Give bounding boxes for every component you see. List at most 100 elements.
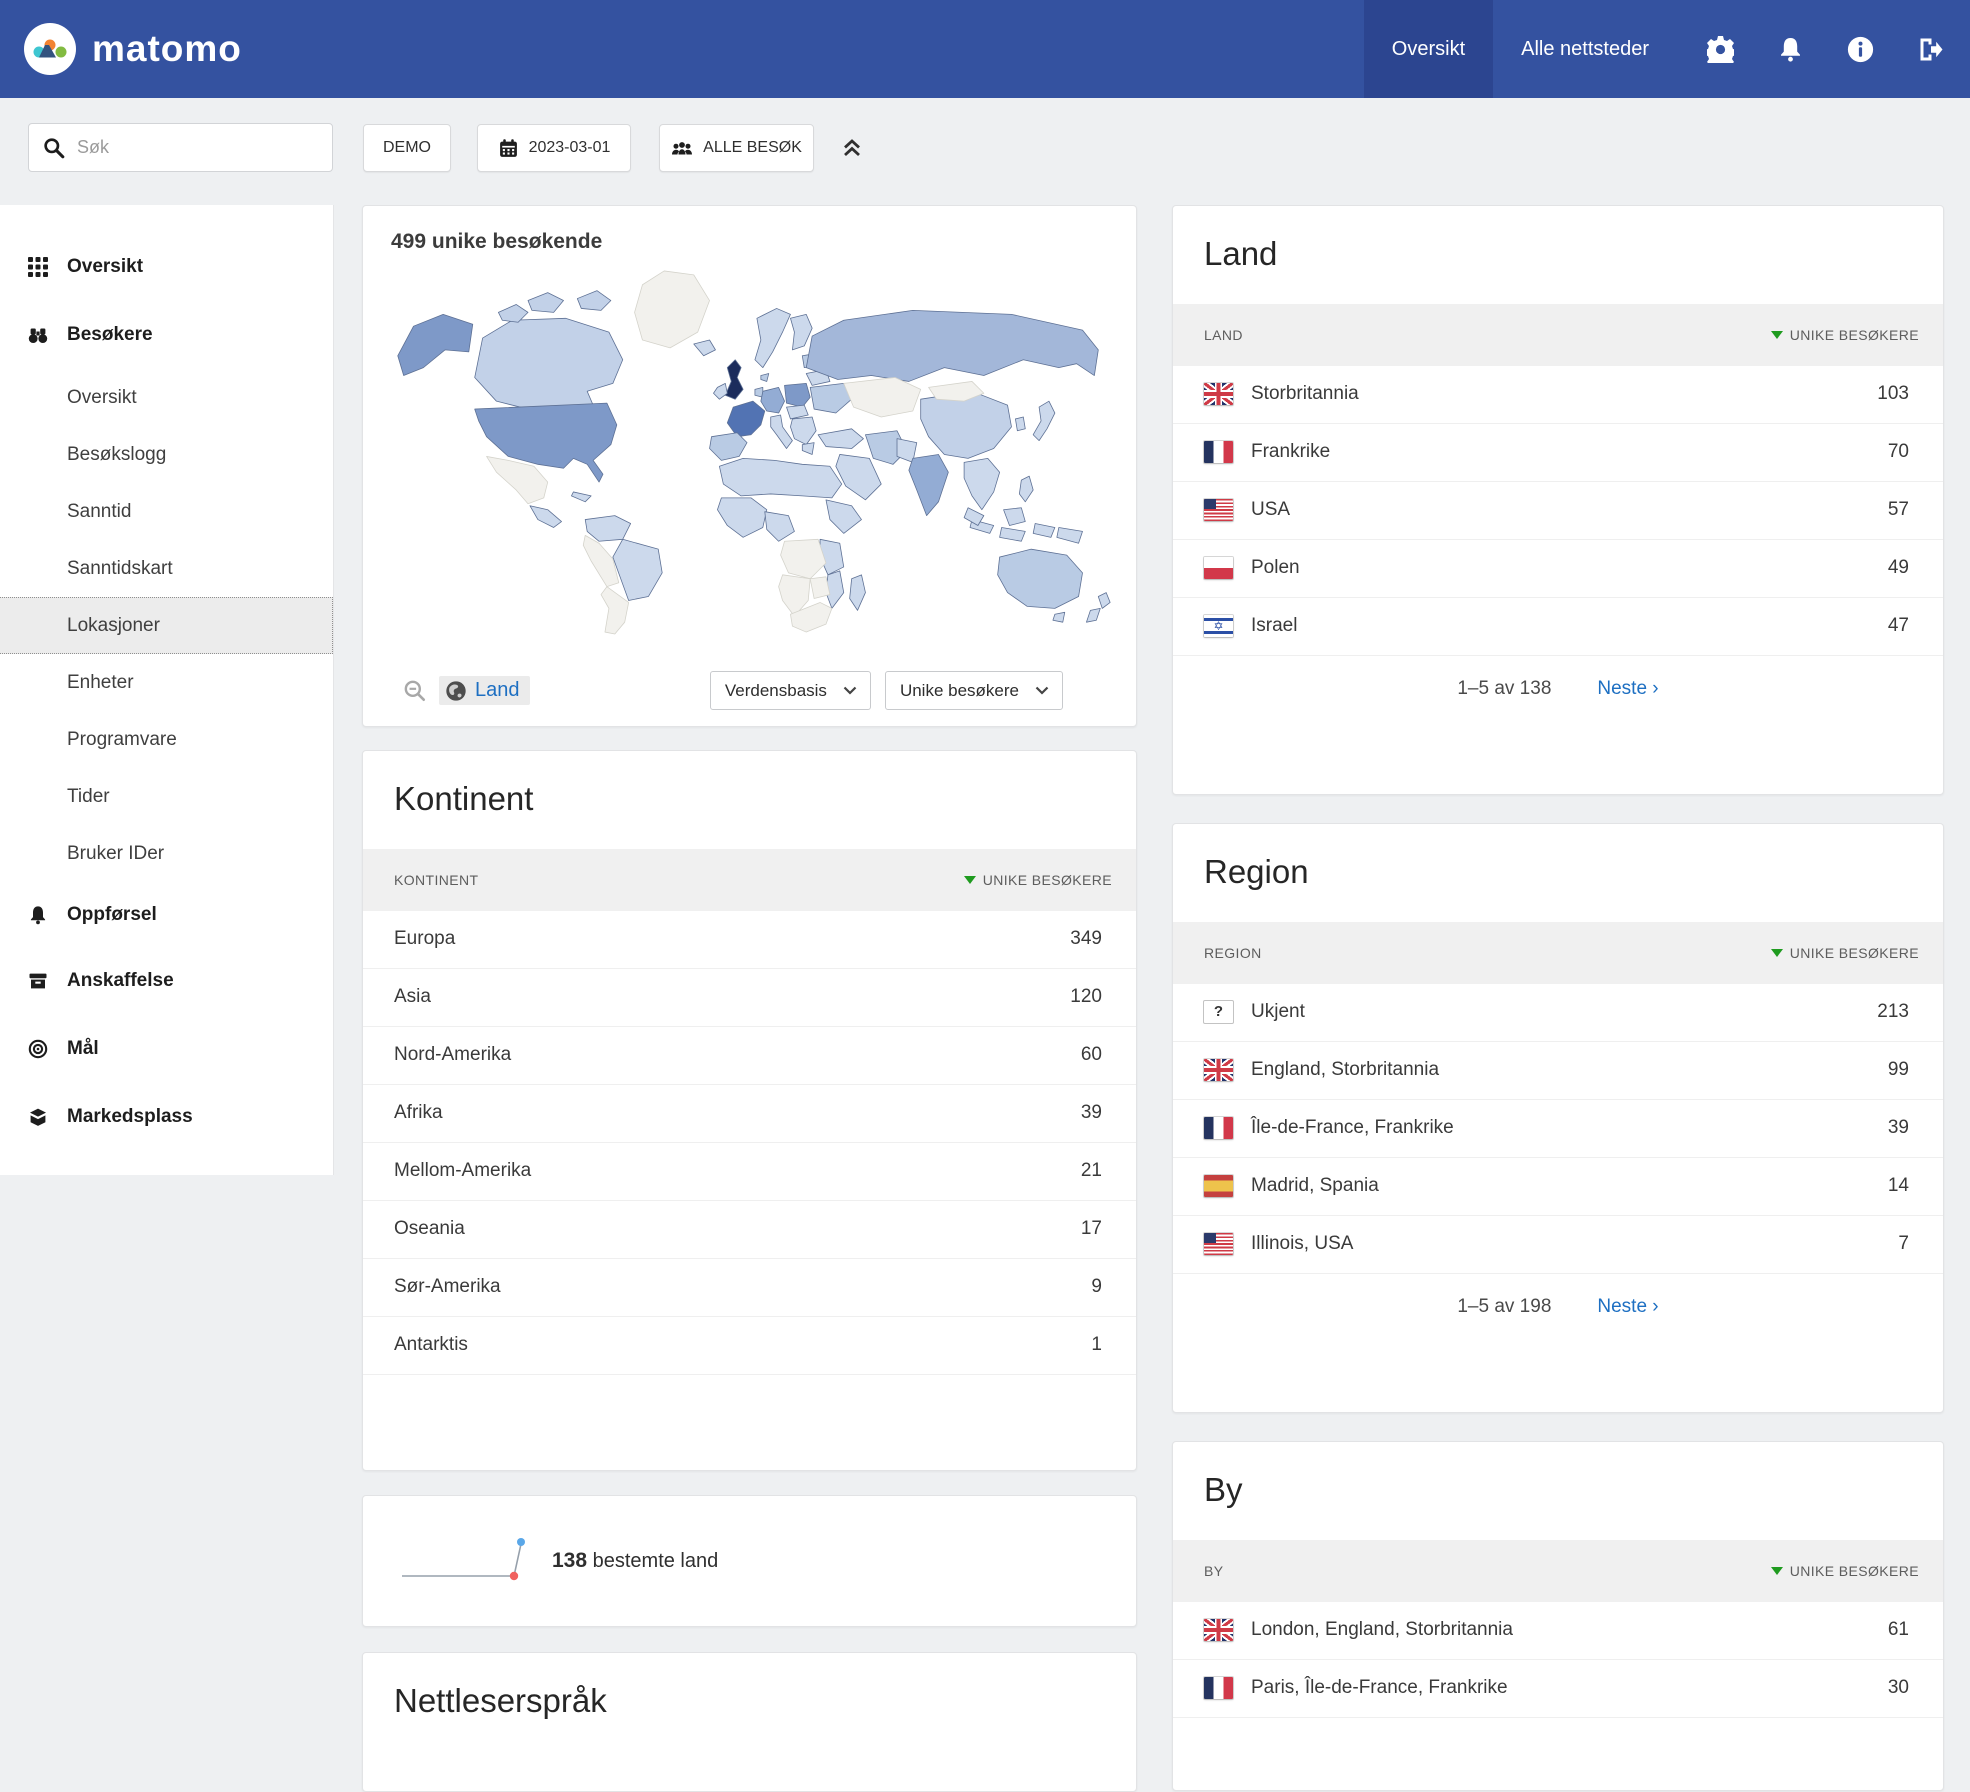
table-row[interactable]: Asia120 — [363, 969, 1136, 1027]
table-row[interactable]: Nord-Amerika60 — [363, 1027, 1136, 1085]
table-row[interactable]: Île-de-France, Frankrike39 — [1173, 1100, 1943, 1158]
sort-desc-icon — [1771, 331, 1783, 339]
sidebar-item-enheter[interactable]: Enheter — [0, 654, 333, 711]
visitors-icon — [671, 138, 693, 158]
widget-heading: Nettleserspråk — [363, 1653, 1136, 1751]
sidebar-item-besokere-oversikt[interactable]: Oversikt — [0, 369, 333, 426]
sidebar-item-sanntid[interactable]: Sanntid — [0, 483, 333, 540]
column-metric[interactable]: UNIKE BESØKERE — [1771, 327, 1919, 343]
flag-fr-icon — [1204, 1117, 1233, 1139]
search-input[interactable] — [75, 136, 332, 159]
next-page-link[interactable]: Neste › — [1597, 678, 1658, 700]
marketplace-icon — [28, 1107, 48, 1127]
table-header: BY UNIKE BESØKERE — [1173, 1540, 1943, 1602]
matomo-logo[interactable]: matomo — [24, 23, 242, 75]
flag-gb-icon — [1204, 383, 1233, 405]
search-icon — [43, 137, 65, 159]
map-region-select-value: Verdensbasis — [725, 681, 827, 701]
info-icon[interactable] — [1847, 36, 1874, 63]
sidebar-item-sanntidskart[interactable]: Sanntidskart — [0, 540, 333, 597]
table-row[interactable]: Afrika39 — [363, 1085, 1136, 1143]
tab-oversikt[interactable]: Oversikt — [1364, 0, 1493, 98]
table-header: LAND UNIKE BESØKERE — [1173, 304, 1943, 366]
map-level-toggle[interactable]: Land — [439, 676, 530, 705]
table-row[interactable]: Antarktis1 — [363, 1317, 1136, 1375]
table-row[interactable]: Ukjent213 — [1173, 984, 1943, 1042]
sidebar-item-oppforsel[interactable]: Oppførsel — [0, 882, 333, 947]
flag-gb-icon — [1204, 1059, 1233, 1081]
table-header: REGION UNIKE BESØKERE — [1173, 922, 1943, 984]
sort-desc-icon — [1771, 949, 1783, 957]
column-metric[interactable]: UNIKE BESØKERE — [964, 872, 1112, 888]
calendar-icon — [498, 138, 519, 159]
map-metric-select[interactable]: Unike besøkere — [885, 671, 1063, 710]
table-row[interactable]: Madrid, Spania14 — [1173, 1158, 1943, 1216]
search-box — [28, 123, 333, 172]
city-widget: By BY UNIKE BESØKERE London, England, St… — [1172, 1441, 1944, 1791]
logout-icon[interactable] — [1917, 36, 1944, 63]
table-row[interactable]: Sør-Amerika9 — [363, 1259, 1136, 1317]
map-region-select[interactable]: Verdensbasis — [710, 671, 871, 710]
table-row[interactable]: Illinois, USA7 — [1173, 1216, 1943, 1274]
unknown-flag-icon — [1204, 1001, 1233, 1023]
bell-icon — [28, 905, 48, 925]
pagination: 1–5 av 198 Neste › — [1173, 1274, 1943, 1340]
column-label[interactable]: REGION — [1204, 945, 1262, 961]
globe-icon — [445, 680, 467, 702]
date-selector-button[interactable]: 2023-03-01 — [477, 124, 631, 172]
brand-wordmark: matomo — [92, 28, 242, 70]
table-row[interactable]: Europa349 — [363, 911, 1136, 969]
top-navbar: matomo Oversikt Alle nettsteder — [0, 0, 1970, 98]
zoom-out-icon[interactable] — [403, 679, 427, 703]
sidebar-item-mal[interactable]: Mål — [0, 1015, 333, 1083]
site-selector-button[interactable]: DEMO — [363, 124, 451, 172]
distinct-countries-label: bestemte land — [593, 1550, 719, 1572]
tab-alle-nettsteder[interactable]: Alle nettsteder — [1493, 0, 1677, 98]
column-label[interactable]: LAND — [1204, 327, 1243, 343]
pagination-range: 1–5 av 198 — [1457, 1296, 1551, 1318]
sidebar-label: Oversikt — [67, 256, 143, 278]
segment-selector-button[interactable]: ALLE BESØK — [659, 124, 814, 172]
flag-gb-icon — [1204, 1619, 1233, 1641]
table-row[interactable]: Oseania17 — [363, 1201, 1136, 1259]
sidebar-item-tider[interactable]: Tider — [0, 768, 333, 825]
sidebar-item-programvare[interactable]: Programvare — [0, 711, 333, 768]
table-row[interactable]: London, England, Storbritannia61 — [1173, 1602, 1943, 1660]
sidebar-item-lokasjoner[interactable]: Lokasjoner — [0, 597, 333, 654]
flag-pl-icon — [1204, 557, 1233, 579]
sparkline — [398, 1532, 538, 1590]
table-row[interactable]: Frankrike70 — [1173, 424, 1943, 482]
flag-fr-icon — [1204, 1677, 1233, 1699]
map-title: 499 unike besøkende — [363, 206, 1136, 260]
widget-heading: By — [1173, 1442, 1943, 1540]
sidebar-item-oversikt[interactable]: Oversikt — [0, 233, 333, 301]
date-selector-label: 2023-03-01 — [529, 139, 611, 157]
map-level-label: Land — [475, 679, 520, 702]
sidebar-item-besokslogg[interactable]: Besøkslogg — [0, 426, 333, 483]
collapse-chevrons-icon[interactable] — [838, 134, 866, 162]
table-row[interactable]: Israel47 — [1173, 598, 1943, 656]
next-page-link[interactable]: Neste › — [1597, 1296, 1658, 1318]
table-row[interactable]: Storbritannia103 — [1173, 366, 1943, 424]
chevron-down-icon — [1035, 686, 1049, 695]
bell-icon[interactable] — [1777, 36, 1804, 63]
sidebar-item-besokere[interactable]: Besøkere — [0, 301, 333, 369]
table-row[interactable]: England, Storbritannia99 — [1173, 1042, 1943, 1100]
column-metric[interactable]: UNIKE BESØKERE — [1771, 945, 1919, 961]
sidebar-item-bruker-ider[interactable]: Bruker IDer — [0, 825, 333, 882]
column-label[interactable]: KONTINENT — [394, 872, 479, 888]
world-map[interactable] — [363, 260, 1136, 642]
table-row[interactable]: USA57 — [1173, 482, 1943, 540]
dashboard-grid-icon — [28, 257, 48, 277]
table-row[interactable]: Paris, Île-de-France, Frankrike30 — [1173, 1660, 1943, 1718]
sidebar-item-anskaffelse[interactable]: Anskaffelse — [0, 947, 333, 1015]
sidebar: Oversikt Besøkere Oversikt Besøkslogg Sa… — [0, 205, 334, 1175]
sidebar-item-markedsplass[interactable]: Markedsplass — [0, 1083, 333, 1151]
browser-language-widget: Nettleserspråk — [362, 1652, 1137, 1792]
column-label[interactable]: BY — [1204, 1563, 1223, 1579]
table-row[interactable]: Mellom-Amerika21 — [363, 1143, 1136, 1201]
sort-desc-icon — [1771, 1567, 1783, 1575]
gear-icon[interactable] — [1707, 36, 1734, 63]
column-metric[interactable]: UNIKE BESØKERE — [1771, 1563, 1919, 1579]
table-row[interactable]: Polen49 — [1173, 540, 1943, 598]
